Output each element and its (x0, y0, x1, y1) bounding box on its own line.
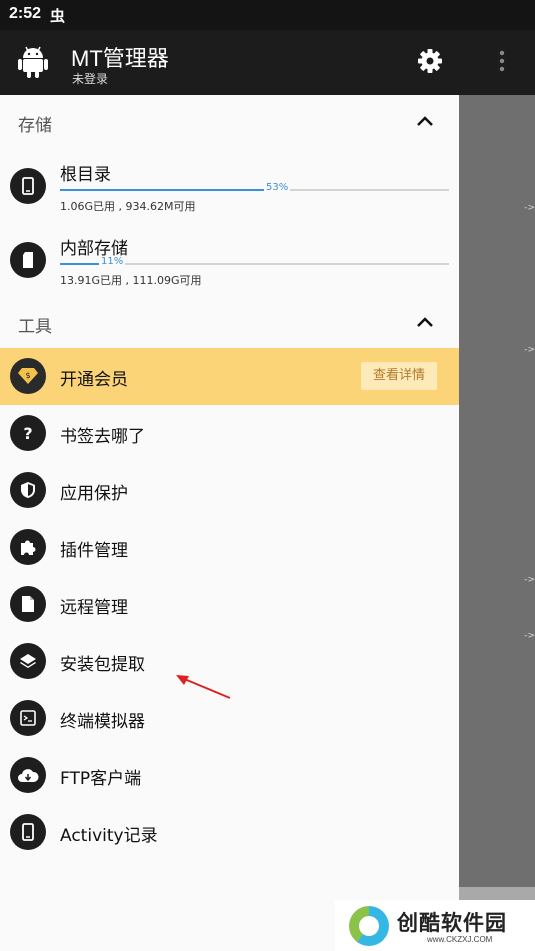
bug-icon: 虫 (50, 7, 66, 25)
storage-section-title: 存储 (18, 116, 52, 136)
brand-logo-icon (349, 906, 389, 946)
tool-item-remote[interactable]: 远程管理 (0, 576, 459, 633)
tool-label: 书签去哪了 (60, 427, 145, 447)
view-details-button[interactable]: 查看详情 (361, 362, 437, 390)
login-status[interactable]: 未登录 (72, 70, 108, 87)
chevron-up-icon[interactable] (415, 314, 435, 333)
storage-item-internal[interactable]: 内部存储 11% 13.91G已用 , 111.09G可用 (0, 234, 459, 304)
tool-label: 终端模拟器 (60, 712, 145, 732)
vip-label: 开通会员 (60, 370, 128, 390)
dimmed-file-list[interactable]: -> -> -> -> (459, 95, 535, 887)
storage-progress-bar (60, 189, 449, 191)
tool-label: 安装包提取 (60, 655, 145, 675)
tool-label: 插件管理 (60, 541, 128, 561)
annotation-arrow-icon (172, 672, 234, 706)
list-arrow-icon: -> (524, 575, 535, 585)
storage-progress-fill (60, 263, 102, 265)
diamond-icon: $ (10, 358, 46, 394)
storage-item-root[interactable]: 根目录 53% 1.06G已用 , 934.62M可用 (0, 160, 459, 230)
status-bar: 2:52 虫 (0, 0, 535, 30)
tool-label: 应用保护 (60, 484, 128, 504)
question-icon: ? (10, 415, 46, 451)
file-icon (10, 586, 46, 622)
storage-name: 根目录 (60, 165, 111, 185)
list-arrow-icon: -> (524, 345, 535, 355)
svg-text:?: ? (23, 424, 32, 442)
tool-item-ftp[interactable]: FTP客户端 (0, 747, 459, 804)
tool-item-app-protection[interactable]: 应用保护 (0, 462, 459, 519)
navigation-drawer: 存储 根目录 53% 1.06G已用 , 934.62M可用 内部存储 11% … (0, 95, 459, 951)
layers-icon (10, 643, 46, 679)
vip-membership-item[interactable]: $ 开通会员 查看详情 (0, 348, 459, 405)
storage-percent: 53% (264, 182, 291, 193)
phone-icon (10, 168, 46, 204)
list-arrow-icon: -> (524, 631, 535, 641)
svg-text:$: $ (25, 371, 30, 380)
shield-icon (10, 472, 46, 508)
tool-item-bookmarks[interactable]: ? 书签去哪了 (0, 405, 459, 462)
list-arrow-icon: -> (524, 203, 535, 213)
cloud-icon (10, 757, 46, 793)
tool-item-activity-log[interactable]: Activity记录 (0, 804, 459, 861)
watermark-brand: 创酷软件园 (397, 911, 507, 935)
storage-usage: 13.91G已用 , 111.09G可用 (60, 274, 202, 287)
storage-section-header[interactable]: 存储 (0, 95, 459, 145)
sd-card-icon (10, 242, 46, 278)
moon-icon[interactable] (359, 50, 383, 80)
tool-label: 远程管理 (60, 598, 128, 618)
storage-usage: 1.06G已用 , 934.62M可用 (60, 200, 196, 213)
tool-label: Activity记录 (60, 826, 158, 846)
tool-label: FTP客户端 (60, 769, 142, 789)
puzzle-icon (10, 529, 46, 565)
storage-progress-fill (60, 189, 266, 191)
more-vert-icon[interactable] (498, 50, 506, 76)
app-bar: MT管理器 未登录 (0, 30, 535, 95)
watermark: 创酷软件园 www.CKZXJ.COM (335, 900, 535, 951)
tools-section-header[interactable]: 工具 (0, 296, 459, 346)
watermark-url: www.CKZXJ.COM (427, 935, 493, 944)
gear-icon[interactable] (417, 48, 443, 78)
chevron-up-icon[interactable] (415, 113, 435, 132)
tool-item-plugins[interactable]: 插件管理 (0, 519, 459, 576)
storage-percent: 11% (99, 256, 126, 267)
app-title: MT管理器 (71, 46, 169, 71)
status-time: 2:52 (9, 5, 42, 22)
android-icon (18, 44, 48, 82)
terminal-icon (10, 700, 46, 736)
tools-section-title: 工具 (18, 317, 52, 337)
phone-icon (10, 814, 46, 850)
